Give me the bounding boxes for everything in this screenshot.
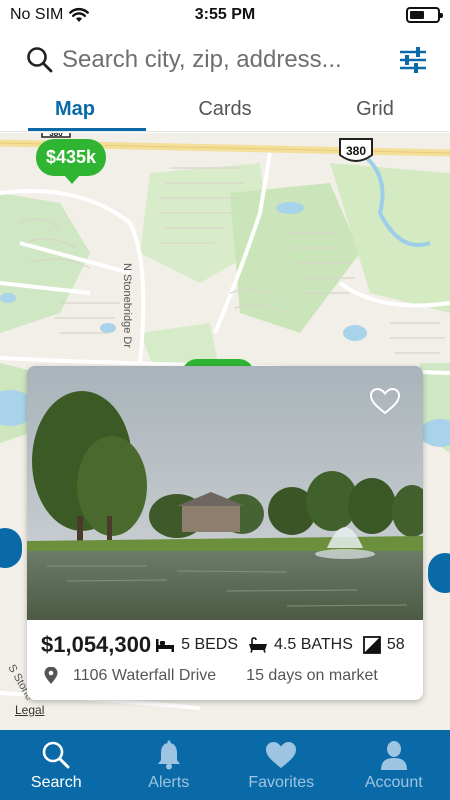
area-icon — [362, 636, 381, 654]
highway-shield-2: 380 — [41, 133, 71, 138]
person-icon — [380, 741, 407, 770]
listing-address: 1106 Waterfall Drive — [73, 667, 217, 684]
listing-card[interactable]: $1,054,300 5 BEDS 4.5 BATHS 58 1106 Wate… — [27, 366, 423, 700]
wifi-icon — [69, 7, 90, 22]
nav-account[interactable]: Account — [338, 730, 450, 800]
nav-search-label: Search — [30, 774, 82, 791]
search-input[interactable] — [62, 46, 398, 74]
listing-location-row: 1106 Waterfall Drive 15 days on market — [41, 662, 409, 690]
status-right — [290, 7, 443, 23]
sqft-spec: 58 — [362, 636, 405, 654]
nav-alerts[interactable]: Alerts — [113, 730, 226, 800]
battery-icon — [406, 7, 443, 23]
highway-shield: 380 — [339, 138, 373, 162]
listing-price: $1,054,300 — [41, 632, 152, 657]
legal-link[interactable]: Legal — [15, 703, 44, 717]
baths-label: 4.5 BATHS — [274, 636, 353, 653]
map-pin-right[interactable] — [428, 553, 450, 593]
highway-number: 380 — [346, 144, 366, 158]
location-pin-icon — [44, 667, 58, 684]
nav-alerts-label: Alerts — [148, 774, 190, 791]
street-label: N Stonebridge Dr — [121, 263, 133, 348]
beds-spec: 5 BEDS — [155, 636, 238, 654]
search-icon — [27, 47, 53, 73]
bottom-tab-bar: Search Alerts Favorites Account — [0, 730, 450, 800]
beds-label: 5 BEDS — [181, 636, 239, 653]
tab-cards[interactable]: Cards — [150, 90, 300, 131]
listing-details: $1,054,300 5 BEDS 4.5 BATHS 58 1106 Wate… — [27, 620, 423, 700]
search-bar — [0, 36, 450, 84]
nav-account-label: Account — [364, 774, 423, 791]
status-time: 3:55 PM — [194, 6, 256, 23]
search-icon — [42, 741, 70, 769]
nav-favorites[interactable]: Favorites — [225, 730, 338, 800]
sliders-icon[interactable] — [398, 45, 428, 75]
highway-number-2: 380 — [49, 133, 63, 138]
bathtub-icon — [249, 637, 268, 653]
nav-favorites-label: Favorites — [248, 774, 315, 791]
nav-search[interactable]: Search — [0, 730, 113, 800]
status-bar: No SIM 3:55 PM — [0, 0, 450, 30]
bell-icon — [157, 740, 180, 770]
carrier-label: No SIM — [10, 6, 64, 23]
price-pin[interactable]: $435k — [36, 139, 107, 184]
days-on-market: 15 days on market — [246, 667, 378, 684]
heart-icon — [266, 742, 297, 768]
sqft-label: 58 — [386, 636, 405, 653]
bed-icon — [156, 639, 175, 652]
status-left: No SIM — [10, 6, 160, 24]
battery-level — [410, 11, 425, 19]
tab-map[interactable]: Map — [0, 90, 150, 131]
view-tabs: Map Cards Grid — [0, 90, 450, 132]
listing-specs-row: $1,054,300 5 BEDS 4.5 BATHS 58 — [41, 628, 409, 662]
baths-spec: 4.5 BATHS — [248, 636, 353, 654]
listing-photo — [27, 366, 423, 620]
heart-outline-icon[interactable] — [369, 386, 401, 416]
tab-grid[interactable]: Grid — [300, 90, 450, 131]
